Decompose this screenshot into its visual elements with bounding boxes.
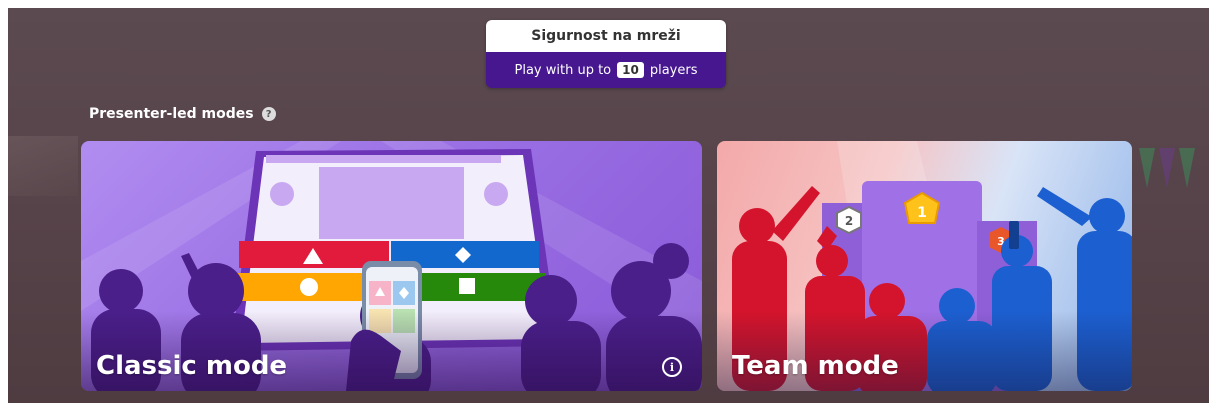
- classic-mode-title: Classic mode: [96, 351, 288, 381]
- team-mode-title: Team mode: [732, 351, 899, 381]
- player-limit-bar: Play with up to 10 players: [486, 52, 726, 88]
- game-lobby-background: Sigurnost na mreži Play with up to 10 pl…: [8, 8, 1209, 403]
- team-mode-card[interactable]: 2 1 3 Team mode: [717, 141, 1132, 391]
- player-limit-prefix: Play with up to: [514, 62, 612, 78]
- player-limit-suffix: players: [649, 62, 698, 78]
- background-shelf: [8, 136, 78, 196]
- podium-first-label: 1: [917, 205, 927, 221]
- podium-second-label: 2: [845, 214, 853, 228]
- background-bunting: [1139, 148, 1199, 238]
- help-icon[interactable]: ?: [261, 107, 276, 121]
- section-label-text: Presenter-led modes: [89, 106, 254, 122]
- info-icon[interactable]: i: [662, 357, 682, 377]
- classic-mode-card[interactable]: Classic mode i: [81, 141, 702, 391]
- quiz-title-card: Sigurnost na mreži Play with up to 10 pl…: [486, 20, 726, 88]
- player-count-badge: 10: [617, 62, 644, 78]
- quiz-title: Sigurnost na mreži: [486, 20, 726, 52]
- presenter-led-modes-heading: Presenter-led modes ?: [89, 106, 276, 122]
